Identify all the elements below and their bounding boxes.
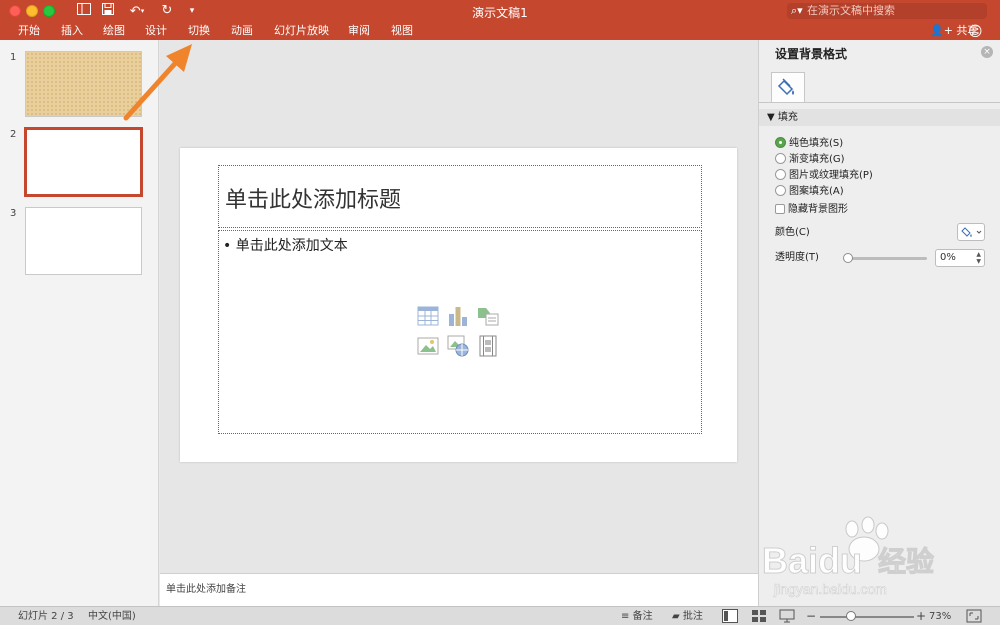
slide-thumbnail-pane: 1 2 3	[0, 40, 159, 606]
stepper-arrows-icon[interactable]: ▲ ▼	[976, 251, 981, 265]
title-placeholder-text: 单击此处添加标题	[225, 188, 402, 213]
content-placeholder[interactable]: • 单击此处添加文本	[218, 230, 702, 434]
slide-editor: 单击此处添加标题 • 单击此处添加文本	[160, 40, 758, 573]
pattern-fill-option[interactable]: 图案填充(A)	[775, 185, 844, 198]
picture-fill-option[interactable]: 图片或纹理填充(P)	[775, 169, 873, 182]
paint-bucket-icon	[961, 227, 982, 237]
hide-background-checkbox[interactable]	[775, 204, 785, 214]
fill-section-header[interactable]: ▼ 填充	[759, 109, 1000, 126]
color-picker-button[interactable]	[957, 223, 985, 241]
thumbnail-number: 3	[10, 208, 17, 219]
color-label: 颜色(C)	[775, 227, 810, 238]
insert-content-icons	[417, 305, 503, 361]
collapse-triangle-icon: ▼	[767, 112, 778, 123]
solid-fill-radio[interactable]	[775, 137, 786, 148]
video-icon[interactable]	[477, 335, 499, 357]
status-bar: 幻灯片 2 / 3 中文(中国) ≡ 备注 ▰ 批注 − + 73%	[0, 606, 1000, 625]
tab-animations[interactable]: 动画	[231, 23, 253, 39]
pane-divider	[759, 102, 1000, 103]
transparency-value: 0%	[940, 252, 956, 263]
table-icon[interactable]	[417, 305, 439, 327]
transparency-slider-track[interactable]	[847, 257, 927, 260]
fill-tab[interactable]	[771, 72, 805, 102]
tab-transitions[interactable]: 切换	[188, 23, 210, 39]
tab-home[interactable]: 开始	[18, 23, 40, 39]
picture-icon[interactable]	[417, 335, 439, 357]
pattern-fill-radio[interactable]	[775, 185, 786, 196]
transparency-input[interactable]: 0% ▲ ▼	[935, 249, 985, 267]
slide-indicator: 幻灯片 2 / 3	[18, 611, 74, 622]
zoom-out-button[interactable]: −	[806, 610, 816, 623]
hide-background-graphics-option[interactable]: 隐藏背景图形	[775, 204, 848, 216]
fit-to-window-icon[interactable]	[966, 609, 982, 623]
thumbnail-number: 2	[10, 129, 17, 140]
tab-draw[interactable]: 绘图	[103, 23, 125, 39]
paint-bucket-icon	[777, 78, 794, 96]
close-pane-button[interactable]: ×	[981, 46, 993, 58]
search-input[interactable]: ⌕▾ 在演示文稿中搜索	[787, 3, 987, 19]
notes-toggle-label: 备注	[632, 611, 653, 622]
reading-view-icon[interactable]	[779, 609, 795, 623]
solid-fill-label: 纯色填充(S)	[789, 138, 844, 149]
gradient-fill-radio[interactable]	[775, 153, 786, 164]
gradient-fill-option[interactable]: 渐变填充(G)	[775, 153, 845, 166]
thumbnail-number: 1	[10, 52, 17, 63]
ribbon-tab-bar: 开始 插入 绘图 设计 切换 动画 幻灯片放映 审阅 视图 👤+ 共享 ☺	[0, 22, 1000, 40]
notes-icon: ≡	[621, 611, 630, 622]
comments-toggle-label: 批注	[682, 611, 703, 622]
tab-design[interactable]: 设计	[145, 23, 167, 39]
notes-placeholder: 单击此处添加备注	[166, 584, 246, 595]
feedback-smiley-icon[interactable]: ☺	[968, 24, 984, 40]
title-bar: ↶▾ ↻ ▾ 演示文稿1 ⌕▾ 在演示文稿中搜索	[0, 0, 1000, 22]
title-placeholder[interactable]: 单击此处添加标题	[218, 165, 702, 228]
search-icon: ⌕▾	[791, 4, 803, 17]
zoom-in-button[interactable]: +	[916, 610, 926, 623]
normal-view-icon[interactable]	[722, 609, 738, 623]
format-background-pane: 设置背景格式 × ▼ 填充 纯色填充(S) 渐变填充(G) 图片或纹理填充(P)…	[758, 40, 1000, 606]
gradient-fill-label: 渐变填充(G)	[789, 154, 845, 165]
zoom-window-button[interactable]	[43, 5, 55, 17]
online-picture-icon[interactable]	[447, 335, 469, 357]
content-placeholder-text: • 单击此处添加文本	[223, 238, 348, 254]
chart-icon[interactable]	[447, 305, 469, 327]
tab-slideshow[interactable]: 幻灯片放映	[274, 23, 329, 39]
fill-section-label: 填充	[777, 112, 798, 123]
slide-canvas: 单击此处添加标题 • 单击此处添加文本	[180, 148, 737, 462]
undo-icon[interactable]: ↶▾	[125, 3, 149, 19]
customize-toolbar-icon[interactable]: ▾	[184, 3, 200, 19]
transparency-slider-handle[interactable]	[843, 253, 853, 263]
comment-icon: ▰	[672, 611, 680, 622]
tab-review[interactable]: 审阅	[348, 23, 370, 39]
minimize-window-button[interactable]	[26, 5, 38, 17]
picture-fill-label: 图片或纹理填充(P)	[789, 170, 873, 181]
hide-background-label: 隐藏背景图形	[788, 204, 848, 215]
slide-thumbnail-3[interactable]	[25, 207, 142, 275]
sidebar-toggle-icon[interactable]	[76, 3, 92, 19]
comments-toggle-button[interactable]: ▰ 批注	[672, 610, 703, 623]
pane-title: 设置背景格式	[775, 47, 848, 61]
add-person-icon: 👤+	[930, 24, 953, 37]
smartart-icon[interactable]	[477, 305, 499, 327]
redo-icon[interactable]: ↻	[159, 3, 175, 19]
save-icon[interactable]	[100, 3, 116, 19]
search-placeholder: 在演示文稿中搜索	[807, 4, 895, 17]
zoom-level: 73%	[929, 611, 952, 622]
tab-insert[interactable]: 插入	[61, 23, 83, 39]
notes-toggle-button[interactable]: ≡ 备注	[621, 610, 653, 623]
slide-thumbnail-1[interactable]	[25, 51, 142, 117]
close-window-button[interactable]	[9, 5, 21, 17]
tab-view[interactable]: 视图	[391, 23, 413, 39]
slide-sorter-view-icon[interactable]	[751, 609, 767, 623]
transparency-label: 透明度(T)	[775, 252, 819, 263]
notes-pane[interactable]: 单击此处添加备注	[160, 573, 758, 606]
solid-fill-option[interactable]: 纯色填充(S)	[775, 137, 843, 150]
slide-thumbnail-2[interactable]	[24, 127, 143, 197]
zoom-slider-handle[interactable]	[846, 611, 856, 621]
picture-fill-radio[interactable]	[775, 169, 786, 180]
zoom-slider-track[interactable]	[820, 616, 914, 618]
language-indicator[interactable]: 中文(中国)	[88, 610, 136, 623]
pattern-fill-label: 图案填充(A)	[789, 186, 844, 197]
